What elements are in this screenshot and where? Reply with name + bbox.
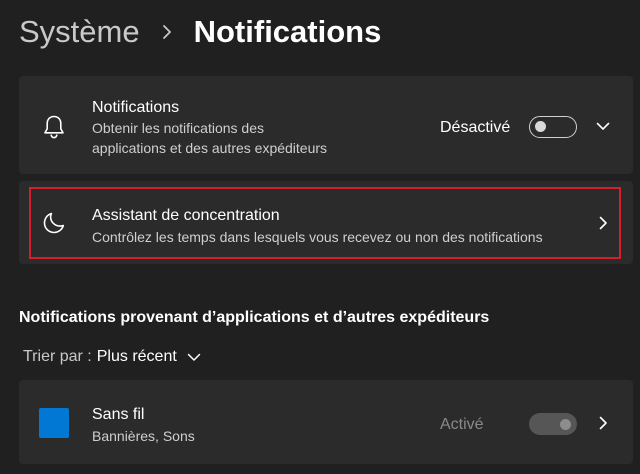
bell-icon — [40, 113, 68, 141]
chevron-right-icon[interactable] — [594, 214, 612, 232]
chevron-right-icon[interactable] — [594, 414, 612, 432]
app-state-label: Activé — [440, 416, 484, 433]
moon-icon — [40, 209, 68, 237]
toggle-knob — [560, 418, 571, 430]
app-icon — [39, 408, 69, 438]
toggle-knob — [535, 121, 546, 132]
page-title: Notifications — [193, 14, 382, 49]
notifications-toggle[interactable] — [529, 116, 577, 138]
chevron-right-icon — [140, 24, 194, 40]
breadcrumb: Système Notifications — [19, 10, 381, 54]
notifications-description-line2: applications et des autres expéditeurs — [92, 140, 328, 156]
chevron-down-icon[interactable] — [187, 352, 201, 362]
focus-assist-description: Contrôlez les temps dans lesquels vous r… — [92, 229, 543, 245]
apps-section-title: Notifications provenant d’applications e… — [19, 309, 490, 326]
chevron-down-icon[interactable] — [594, 117, 612, 135]
app-toggle[interactable] — [529, 413, 577, 435]
focus-assist-title: Assistant de concentration — [92, 207, 280, 224]
app-detail: Bannières, Sons — [92, 428, 195, 444]
notifications-state-label: Désactivé — [440, 119, 511, 136]
sort-value[interactable]: Plus récent — [97, 348, 177, 366]
sort-dropdown[interactable]: Trier par : Plus récent — [23, 348, 201, 366]
app-name: Sans fil — [92, 406, 145, 423]
sort-label: Trier par : — [23, 348, 92, 365]
notifications-title: Notifications — [92, 99, 180, 116]
breadcrumb-parent-systeme[interactable]: Système — [19, 10, 140, 54]
settings-page: Système Notifications Notifications Obte… — [0, 0, 640, 474]
notifications-description-line1: Obtenir les notifications des — [92, 120, 264, 136]
